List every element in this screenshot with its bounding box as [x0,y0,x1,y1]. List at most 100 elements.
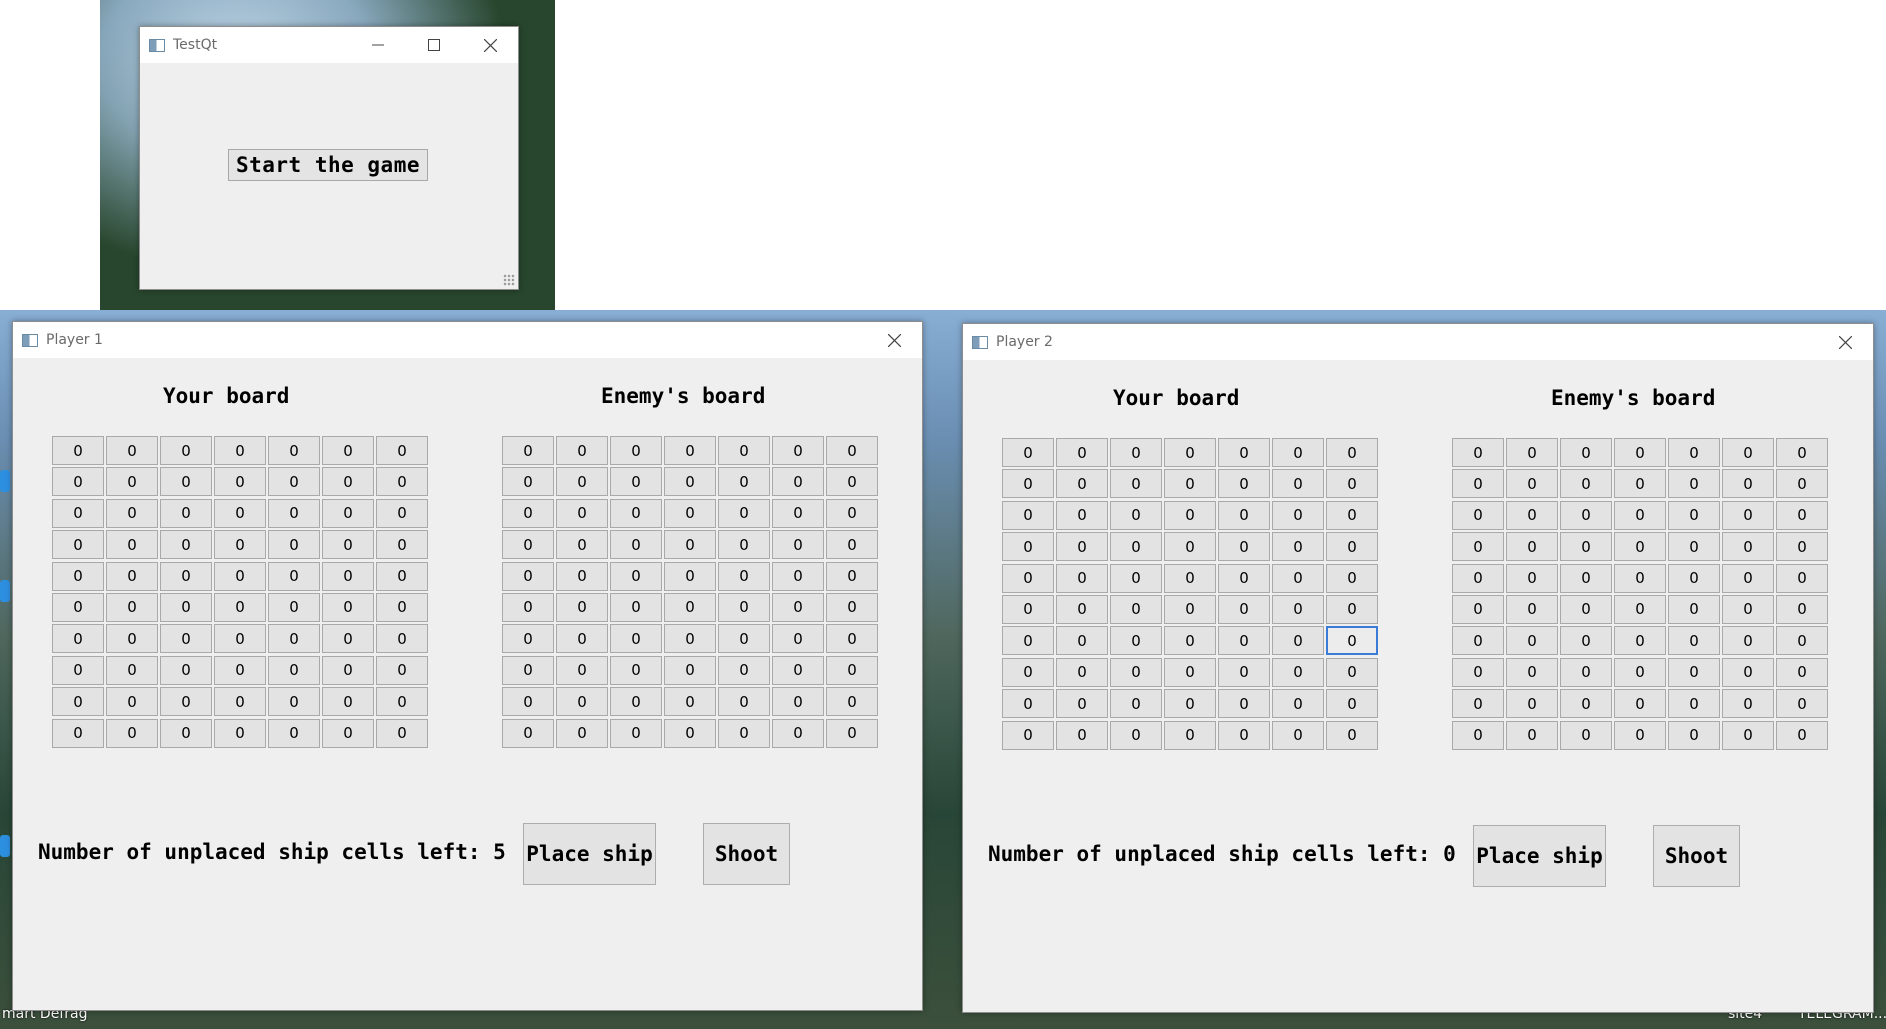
board-cell[interactable]: 0 [160,655,212,685]
board-cell[interactable]: 0 [718,530,770,560]
board-cell[interactable]: 0 [1452,500,1504,530]
board-cell[interactable]: 0 [610,592,662,622]
board-cell[interactable]: 0 [1506,438,1558,467]
maximize-button[interactable] [406,27,462,63]
board-cell[interactable]: 0 [556,687,608,717]
board-cell[interactable]: 0 [322,467,374,497]
shoot-button[interactable]: Shoot [703,823,790,885]
board-cell[interactable]: 0 [1452,438,1504,467]
board-cell[interactable]: 0 [1722,500,1774,530]
board-cell[interactable]: 0 [1110,500,1162,530]
board-cell[interactable]: 0 [826,561,878,591]
board-cell[interactable]: 0 [214,718,266,748]
board-cell[interactable]: 0 [1560,469,1612,499]
board-cell[interactable]: 0 [268,467,320,497]
board-cell[interactable]: 0 [610,498,662,528]
board-cell[interactable]: 0 [1218,532,1270,562]
board-cell[interactable]: 0 [52,592,104,622]
board-cell[interactable]: 0 [1002,657,1054,687]
board-cell[interactable]: 0 [376,530,428,560]
board-cell[interactable]: 0 [1326,626,1378,656]
board-cell[interactable]: 0 [556,655,608,685]
board-cell[interactable]: 0 [1722,532,1774,562]
board-cell[interactable]: 0 [502,498,554,528]
board-cell[interactable]: 0 [556,718,608,748]
board-cell[interactable]: 0 [502,655,554,685]
board-cell[interactable]: 0 [1560,532,1612,562]
board-cell[interactable]: 0 [772,655,824,685]
board-cell[interactable]: 0 [106,467,158,497]
board-cell[interactable]: 0 [1668,563,1720,593]
board-cell[interactable]: 0 [1614,532,1666,562]
board-cell[interactable]: 0 [1164,438,1216,467]
board-cell[interactable]: 0 [610,530,662,560]
board-cell[interactable]: 0 [52,530,104,560]
board-cell[interactable]: 0 [322,718,374,748]
board-cell[interactable]: 0 [214,655,266,685]
board-cell[interactable]: 0 [556,498,608,528]
desktop-app-icon[interactable] [0,835,10,857]
board-cell[interactable]: 0 [718,718,770,748]
board-cell[interactable]: 0 [718,561,770,591]
board-cell[interactable]: 0 [1722,594,1774,624]
board-cell[interactable]: 0 [1326,720,1378,750]
board-cell[interactable]: 0 [1776,689,1828,719]
board-cell[interactable]: 0 [1452,720,1504,750]
board-cell[interactable]: 0 [1506,689,1558,719]
board-cell[interactable]: 0 [664,530,716,560]
board-cell[interactable]: 0 [556,561,608,591]
board-cell[interactable]: 0 [1326,594,1378,624]
board-cell[interactable]: 0 [268,624,320,654]
board-cell[interactable]: 0 [1056,563,1108,593]
board-cell[interactable]: 0 [772,592,824,622]
board-cell[interactable]: 0 [376,561,428,591]
board-cell[interactable]: 0 [610,718,662,748]
board-cell[interactable]: 0 [1164,720,1216,750]
resize-grip-icon[interactable] [503,274,515,286]
board-cell[interactable]: 0 [664,592,716,622]
board-cell[interactable]: 0 [1776,626,1828,656]
board-cell[interactable]: 0 [1110,594,1162,624]
board-cell[interactable]: 0 [1614,657,1666,687]
board-cell[interactable]: 0 [1560,500,1612,530]
board-cell[interactable]: 0 [1560,720,1612,750]
board-cell[interactable]: 0 [1110,626,1162,656]
board-cell[interactable]: 0 [772,436,824,465]
board-cell[interactable]: 0 [1722,626,1774,656]
board-cell[interactable]: 0 [1452,657,1504,687]
board-cell[interactable]: 0 [106,592,158,622]
board-cell[interactable]: 0 [1452,563,1504,593]
board-cell[interactable]: 0 [52,655,104,685]
title-bar[interactable]: Player 2 [963,324,1873,360]
board-cell[interactable]: 0 [214,624,266,654]
board-cell[interactable]: 0 [1506,532,1558,562]
board-cell[interactable]: 0 [1614,689,1666,719]
board-cell[interactable]: 0 [106,498,158,528]
board-cell[interactable]: 0 [502,530,554,560]
board-cell[interactable]: 0 [214,498,266,528]
board-cell[interactable]: 0 [772,467,824,497]
board-cell[interactable]: 0 [268,687,320,717]
board-cell[interactable]: 0 [106,530,158,560]
board-cell[interactable]: 0 [772,498,824,528]
board-cell[interactable]: 0 [1560,689,1612,719]
board-cell[interactable]: 0 [1056,626,1108,656]
board-cell[interactable]: 0 [1506,626,1558,656]
board-cell[interactable]: 0 [1326,500,1378,530]
board-cell[interactable]: 0 [1056,720,1108,750]
board-cell[interactable]: 0 [1272,720,1324,750]
board-cell[interactable]: 0 [1560,626,1612,656]
board-cell[interactable]: 0 [718,467,770,497]
board-cell[interactable]: 0 [268,436,320,465]
board-cell[interactable]: 0 [610,436,662,465]
board-cell[interactable]: 0 [322,592,374,622]
board-cell[interactable]: 0 [376,592,428,622]
board-cell[interactable]: 0 [826,467,878,497]
board-cell[interactable]: 0 [1326,657,1378,687]
board-cell[interactable]: 0 [268,561,320,591]
board-cell[interactable]: 0 [1218,720,1270,750]
board-cell[interactable]: 0 [664,624,716,654]
board-cell[interactable]: 0 [1002,500,1054,530]
board-cell[interactable]: 0 [556,624,608,654]
board-cell[interactable]: 0 [160,718,212,748]
